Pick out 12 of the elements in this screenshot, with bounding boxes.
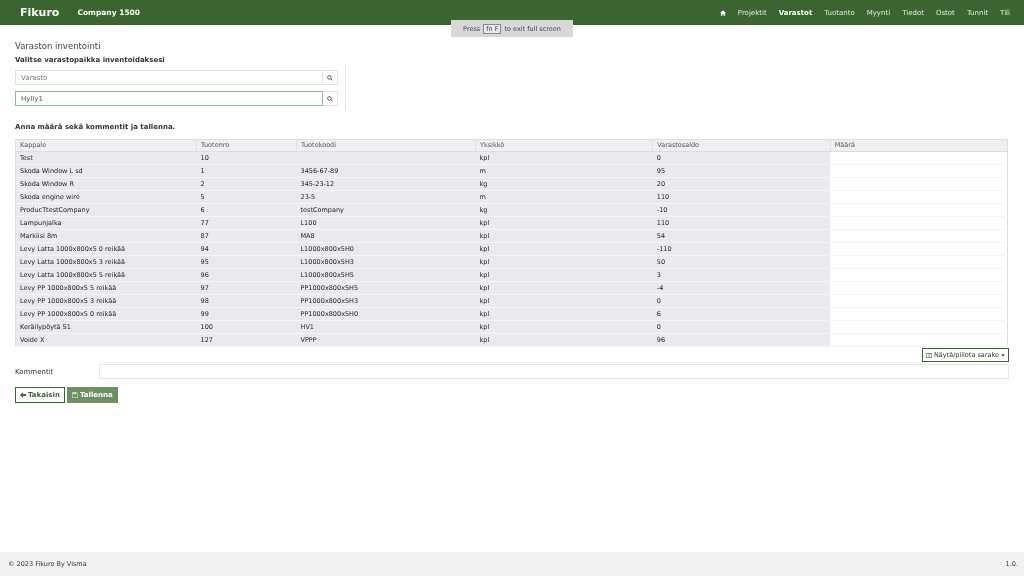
- search-icon: [327, 95, 333, 102]
- floppy-disk-icon: [71, 392, 78, 398]
- search-button[interactable]: [323, 91, 338, 106]
- page-title: Varaston inventointi: [15, 41, 102, 51]
- search-icon: [327, 74, 333, 81]
- logo[interactable]: Fikuro: [20, 6, 60, 19]
- arrow-left-icon: [20, 392, 26, 398]
- comment-field[interactable]: [99, 364, 1009, 379]
- columns-icon: [925, 352, 932, 358]
- search-button[interactable]: [323, 70, 338, 85]
- home-icon[interactable]: [719, 9, 726, 16]
- caret-icon: [1001, 353, 1005, 357]
